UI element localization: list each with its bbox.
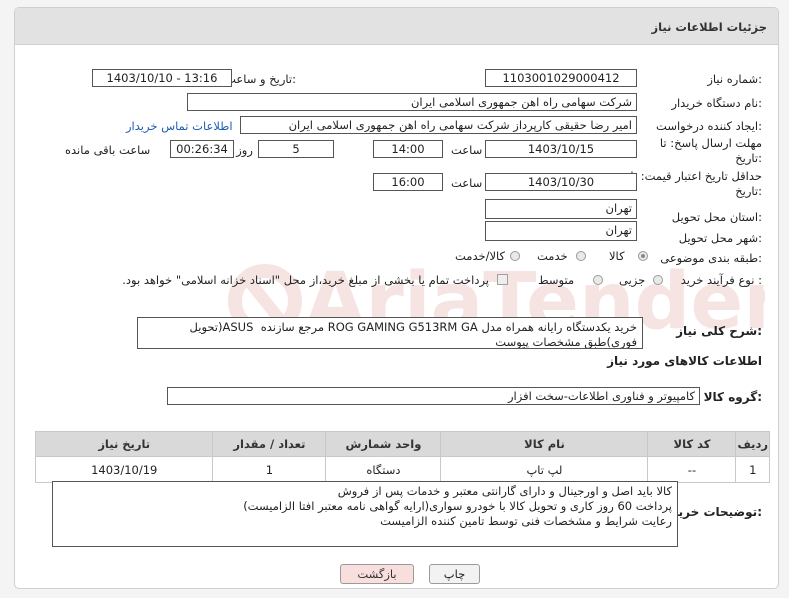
- delivery-province-field: تهران: [485, 199, 637, 219]
- col-need-date: تاریخ نیاز: [34, 431, 214, 457]
- category-radio-goods[interactable]: [638, 251, 648, 261]
- response-deadline-time-field: 14:00: [373, 140, 443, 158]
- col-unit: واحد شمارش: [325, 431, 442, 457]
- category-option-goods: کالا: [609, 249, 625, 263]
- response-time-label: ساعت: [451, 143, 483, 157]
- back-button[interactable]: بازگشت: [340, 564, 414, 584]
- price-validity-time-field: 16:00: [373, 173, 443, 191]
- col-quantity: تعداد / مقدار: [212, 431, 327, 457]
- panel-header: جزئیات اطلاعات نیاز: [15, 8, 778, 45]
- need-number-field: 1103001029000412: [485, 69, 637, 87]
- category-option-service: خدمت: [537, 249, 568, 263]
- category-radio-goods-service[interactable]: [510, 251, 520, 261]
- buyer-org-label: نام دستگاه خریدار:: [671, 96, 762, 110]
- price-validity-label-date: تاریخ:: [735, 184, 762, 198]
- goods-table-header-row: ردیف کد کالا نام کالا واحد شمارش تعداد /…: [34, 431, 770, 457]
- process-radio-medium[interactable]: [593, 275, 603, 285]
- cell-goods-name: لپ تاپ: [440, 456, 649, 483]
- delivery-city-label: شهر محل تحویل:: [678, 231, 762, 245]
- purchase-process-label: نوع فرآیند خرید :: [680, 273, 762, 287]
- page-title: جزئیات اطلاعات نیاز: [651, 20, 767, 34]
- category-label: طبقه بندی موضوعی:: [660, 251, 762, 265]
- category-radio-service[interactable]: [576, 251, 586, 261]
- details-panel: جزئیات اطلاعات نیاز AriaTender.neT شماره…: [14, 7, 779, 589]
- category-option-goods-service: کالا/خدمت: [455, 249, 506, 263]
- buyer-notes-field: کالا باید اصل و اورجینال و دارای گارانتی…: [52, 481, 678, 547]
- delivery-province-label: استان محل تحویل:: [671, 210, 762, 224]
- cell-unit: دستگاه: [325, 456, 442, 483]
- response-deadline-date-field: 1403/10/15: [485, 140, 637, 158]
- need-number-label: شماره نیاز:: [707, 72, 762, 86]
- process-option-minor: جزیی: [619, 273, 646, 287]
- treasury-payment-checkbox[interactable]: [497, 274, 508, 285]
- goods-info-title: اطلاعات کالاهای مورد نیاز: [607, 354, 762, 368]
- general-description-field: خرید یکدستگاه رایانه همراه مدل ROG GAMIN…: [137, 317, 643, 349]
- cell-quantity: 1: [212, 456, 327, 483]
- remaining-time-field: 00:26:34: [170, 140, 234, 158]
- buyer-org-field: شرکت سهامی راه اهن جمهوری اسلامی ایران: [187, 93, 637, 111]
- goods-group-label: گروه کالا:: [703, 390, 762, 404]
- response-deadline-label-date: تاریخ:: [735, 151, 762, 165]
- cell-goods-code: --: [647, 456, 737, 483]
- requester-field: امیر رضا حقیقی کارپرداز شرکت سهامی راه ا…: [240, 116, 637, 134]
- col-row-number: ردیف: [735, 431, 770, 457]
- announce-datetime-field: 1403/10/10 - 13:16: [92, 69, 232, 87]
- process-radio-minor[interactable]: [653, 275, 663, 285]
- general-description-label: شرح کلی نیاز:: [676, 324, 762, 338]
- process-option-medium: متوسط: [538, 273, 575, 287]
- response-deadline-label: مهلت ارسال پاسخ: تا: [659, 136, 762, 150]
- cell-need-date: 1403/10/19: [34, 456, 214, 483]
- cell-row-number: 1: [735, 456, 770, 483]
- treasury-payment-text: پرداخت تمام یا بخشی از مبلغ خرید،از محل …: [122, 273, 489, 287]
- price-validity-time-label: ساعت: [451, 176, 483, 190]
- col-goods-name: نام کالا: [440, 431, 649, 457]
- col-goods-code: کد کالا: [647, 431, 737, 457]
- remaining-days-field: 5: [258, 140, 334, 158]
- goods-table: ردیف کد کالا نام کالا واحد شمارش تعداد /…: [34, 431, 770, 483]
- buyer-contact-link[interactable]: اطلاعات تماس خریدار: [126, 119, 233, 133]
- table-row: 1 -- لپ تاپ دستگاه 1 1403/10/19: [34, 456, 770, 483]
- price-validity-label: حداقل تاریخ اعتبار قیمت: تا: [630, 169, 762, 183]
- delivery-city-field: تهران: [485, 221, 637, 241]
- price-validity-date-field: 1403/10/30: [485, 173, 637, 191]
- goods-group-field: کامپیوتر و فناوری اطلاعات-سخت افزار: [167, 387, 700, 405]
- requester-label: ایجاد کننده درخواست:: [656, 119, 762, 133]
- remaining-time-label: ساعت باقی مانده: [65, 143, 151, 157]
- print-button[interactable]: چاپ: [429, 564, 480, 584]
